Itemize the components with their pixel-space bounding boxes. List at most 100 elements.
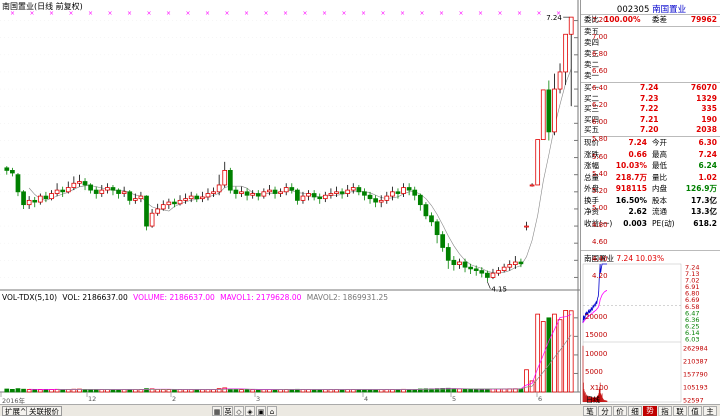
volume-bar[interactable] bbox=[116, 389, 121, 393]
candle-body[interactable] bbox=[138, 195, 144, 200]
volume-bar[interactable] bbox=[200, 389, 205, 393]
candle-body[interactable] bbox=[172, 201, 177, 205]
candle-body[interactable] bbox=[261, 191, 267, 197]
candle-body[interactable] bbox=[300, 195, 306, 201]
candle-body[interactable] bbox=[99, 189, 105, 194]
candle-body[interactable] bbox=[417, 194, 423, 206]
volume-bar[interactable] bbox=[490, 388, 496, 393]
candle-body[interactable] bbox=[350, 187, 356, 191]
panel-tab[interactable]: 笔 bbox=[583, 406, 597, 416]
candle-body[interactable] bbox=[26, 199, 32, 206]
candle-body[interactable] bbox=[149, 212, 155, 227]
event-marker[interactable]: × bbox=[225, 10, 230, 17]
toolbar-tool-icon[interactable]: ◇ bbox=[234, 406, 244, 416]
candle-body[interactable] bbox=[524, 225, 529, 228]
candle-body[interactable] bbox=[54, 189, 60, 194]
event-marker[interactable]: × bbox=[381, 10, 386, 17]
candle-body[interactable] bbox=[295, 189, 300, 201]
volume-bar[interactable] bbox=[367, 389, 373, 393]
buy-level-row[interactable]: 买五 7.20 2038 bbox=[582, 125, 719, 136]
volume-bar[interactable] bbox=[222, 387, 228, 393]
candle-body[interactable] bbox=[211, 191, 216, 194]
candle-body[interactable] bbox=[216, 184, 222, 193]
candle-body[interactable] bbox=[345, 189, 351, 194]
candle-body[interactable] bbox=[462, 261, 468, 268]
candle-body[interactable] bbox=[127, 191, 133, 201]
candle-body[interactable] bbox=[93, 189, 99, 194]
candle-body[interactable] bbox=[540, 89, 546, 140]
volume-bar[interactable] bbox=[10, 389, 15, 393]
candle-body[interactable] bbox=[71, 182, 77, 188]
candle-body[interactable] bbox=[501, 266, 507, 271]
candle-body[interactable] bbox=[116, 189, 121, 194]
candle-body[interactable] bbox=[557, 71, 563, 90]
candle-body[interactable] bbox=[105, 187, 110, 191]
volume-bar[interactable] bbox=[378, 389, 384, 393]
event-marker[interactable]: × bbox=[283, 10, 288, 17]
event-marker[interactable]: × bbox=[361, 10, 366, 17]
toolbar-tool-icon[interactable]: ⌂ bbox=[267, 406, 277, 416]
event-marker[interactable]: × bbox=[186, 10, 191, 17]
candle-body[interactable] bbox=[535, 139, 541, 186]
candle-body[interactable] bbox=[132, 198, 138, 201]
panel-tab[interactable]: 值 bbox=[688, 406, 702, 416]
volume-bar[interactable] bbox=[155, 389, 161, 393]
candle-body[interactable] bbox=[155, 208, 161, 214]
volume-bar[interactable] bbox=[457, 388, 462, 393]
candle-body[interactable] bbox=[378, 199, 384, 203]
volume-bar[interactable] bbox=[278, 389, 283, 393]
event-marker[interactable]: × bbox=[322, 10, 327, 17]
candle-body[interactable] bbox=[255, 193, 261, 197]
event-marker[interactable]: × bbox=[244, 10, 249, 17]
candle-body[interactable] bbox=[177, 199, 183, 205]
candle-body[interactable] bbox=[507, 264, 513, 268]
candle-body[interactable] bbox=[144, 195, 149, 227]
candle-body[interactable] bbox=[110, 187, 116, 191]
event-marker[interactable]: × bbox=[88, 10, 93, 17]
candle-body[interactable] bbox=[390, 191, 395, 197]
candle-body[interactable] bbox=[160, 204, 166, 210]
candle-body[interactable] bbox=[384, 195, 390, 201]
volume-bar[interactable] bbox=[239, 389, 244, 393]
volume-bar[interactable] bbox=[322, 389, 328, 393]
candle-body[interactable] bbox=[88, 184, 93, 191]
volume-bar[interactable] bbox=[177, 389, 183, 393]
candle-body[interactable] bbox=[121, 191, 127, 194]
candle-body[interactable] bbox=[194, 195, 200, 200]
candle-body[interactable] bbox=[244, 191, 250, 196]
volume-bar[interactable] bbox=[317, 389, 323, 393]
volume-bar[interactable] bbox=[15, 388, 21, 393]
volume-bar[interactable] bbox=[188, 389, 194, 393]
panel-tab[interactable]: 联 bbox=[673, 406, 687, 416]
volume-bar[interactable] bbox=[311, 389, 317, 393]
candle-body[interactable] bbox=[328, 193, 334, 196]
candle-body[interactable] bbox=[434, 221, 440, 236]
volume-bar[interactable] bbox=[306, 389, 311, 393]
volume-bar[interactable] bbox=[540, 321, 546, 393]
candle-body[interactable] bbox=[82, 181, 88, 186]
event-marker[interactable]: × bbox=[537, 10, 542, 17]
event-marker[interactable]: × bbox=[147, 10, 152, 17]
volume-bar[interactable] bbox=[557, 319, 563, 393]
event-marker[interactable]: × bbox=[166, 10, 171, 17]
candle-body[interactable] bbox=[65, 187, 71, 193]
candle-body[interactable] bbox=[77, 181, 82, 184]
toolbar-tool-icon[interactable]: ◈ bbox=[245, 406, 255, 416]
volume-bar[interactable] bbox=[93, 389, 99, 393]
panel-tab[interactable]: 指 bbox=[658, 406, 672, 416]
candle-body[interactable] bbox=[205, 193, 211, 198]
event-marker[interactable]: × bbox=[108, 10, 113, 17]
candle-body[interactable] bbox=[406, 187, 412, 191]
panel-tab[interactable]: 价 bbox=[613, 406, 627, 416]
event-marker[interactable]: × bbox=[205, 10, 210, 17]
volume-bar[interactable] bbox=[172, 389, 177, 393]
volume-bar[interactable] bbox=[82, 389, 88, 393]
candle-body[interactable] bbox=[317, 196, 323, 200]
volume-bar[interactable] bbox=[60, 389, 66, 393]
event-marker[interactable]: × bbox=[303, 10, 308, 17]
volume-bar[interactable] bbox=[160, 389, 166, 393]
candle-body[interactable] bbox=[188, 195, 194, 200]
candle-body[interactable] bbox=[15, 174, 21, 193]
volume-bar[interactable] bbox=[255, 389, 261, 393]
volume-bar[interactable] bbox=[65, 389, 71, 393]
